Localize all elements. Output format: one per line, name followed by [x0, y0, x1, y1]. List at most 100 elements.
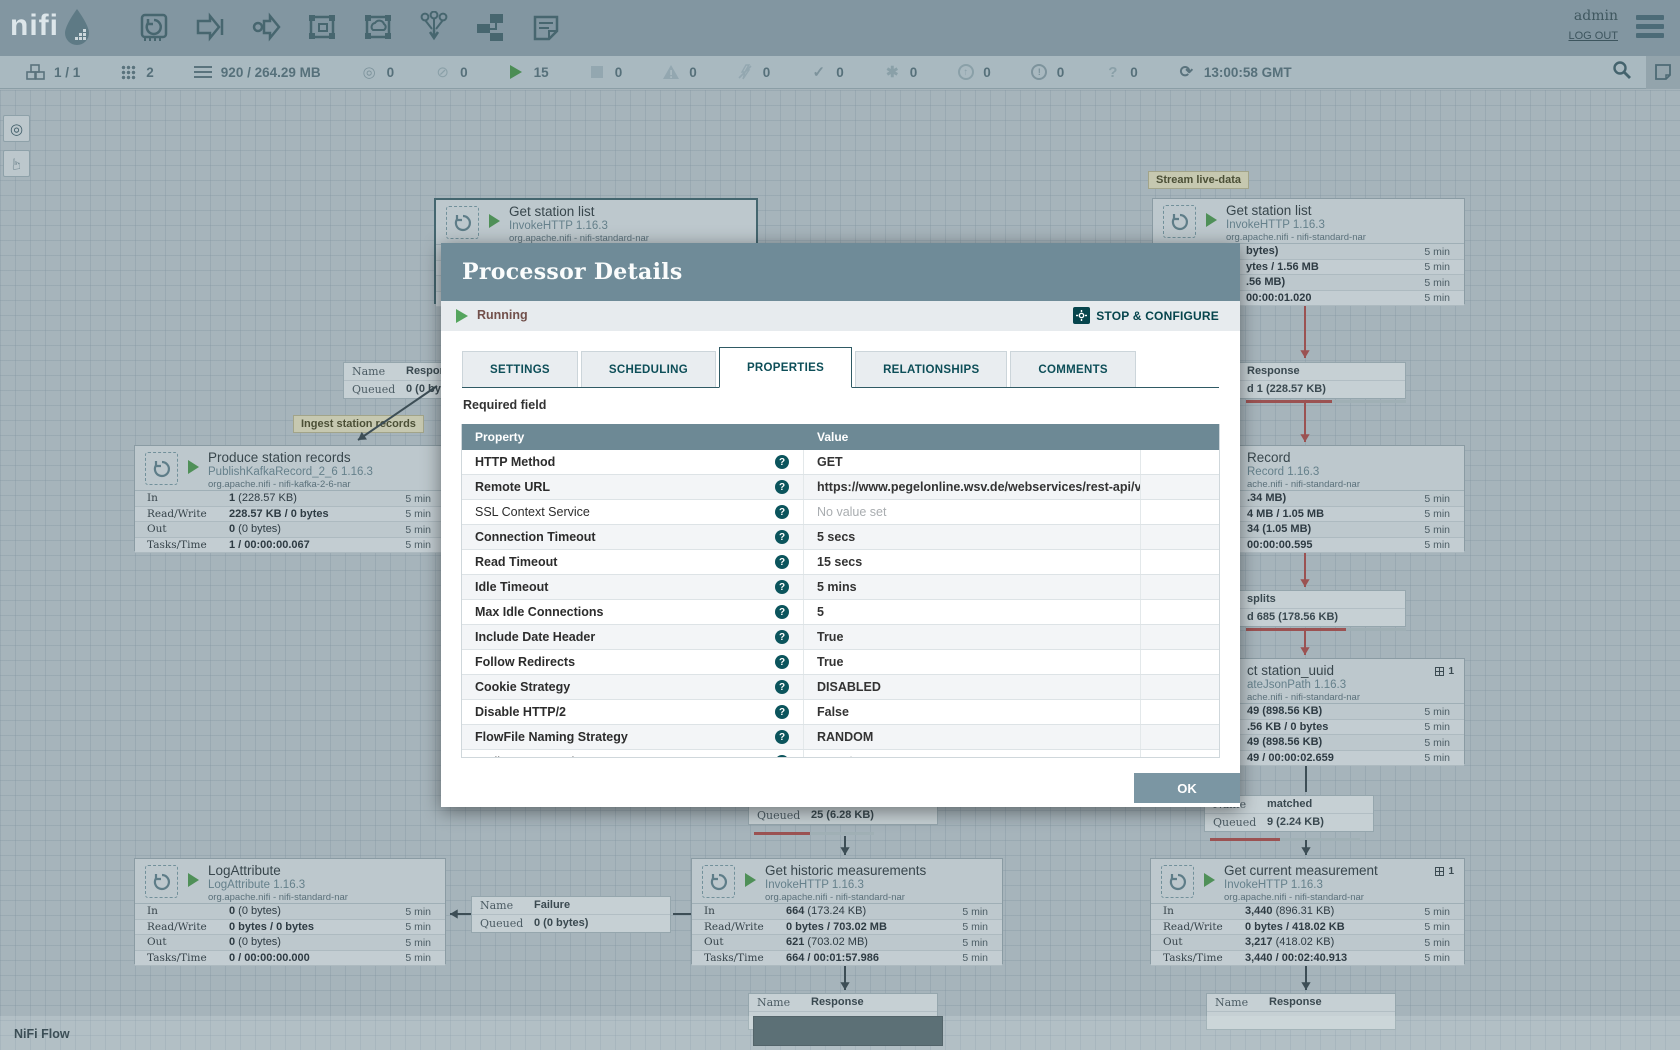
help-icon[interactable]: ?: [775, 530, 789, 544]
bulletin-panel-toggle[interactable]: [1646, 56, 1680, 89]
property-name: Remote URL: [475, 480, 775, 494]
tab-comments[interactable]: COMMENTS: [1010, 351, 1135, 387]
input-port-icon[interactable]: [194, 11, 228, 45]
not-transmitting-icon: ⊘: [434, 63, 451, 81]
property-value: False: [817, 705, 849, 719]
processor-type-icon: [1163, 205, 1196, 238]
output-port-icon[interactable]: [250, 11, 284, 45]
processor-get-historic-measurements[interactable]: Get historic measurementsInvokeHTTP 1.16…: [691, 858, 1003, 964]
processor-produce-station-records[interactable]: Produce station recordsPublishKafkaRecor…: [134, 445, 446, 551]
processor-details-dialog: Processor Details Running STOP & CONFIGU…: [441, 243, 1240, 807]
status-item-running: 15: [508, 65, 549, 80]
processor-bundle: ache.nifi - nifi-standard-nar: [1247, 479, 1360, 490]
refresh-icon[interactable]: ⟳: [1178, 62, 1195, 82]
help-icon[interactable]: ?: [775, 580, 789, 594]
tab-properties[interactable]: PROPERTIES: [719, 347, 852, 388]
stat-value: 664 / 00:01:57.986: [786, 952, 879, 964]
flow-label[interactable]: Ingest station records: [293, 415, 424, 433]
gear-icon: [1073, 307, 1090, 324]
tab-relationships[interactable]: RELATIONSHIPS: [855, 351, 1007, 387]
global-menu-icon[interactable]: [1636, 15, 1664, 42]
stat-window: 5 min: [405, 539, 431, 551]
property-name: Read Timeout: [475, 555, 775, 569]
palette-button-hand-icon[interactable]: ☞: [3, 150, 30, 177]
column-property: Property: [462, 430, 804, 444]
help-icon[interactable]: ?: [775, 705, 789, 719]
help-icon[interactable]: ?: [775, 455, 789, 469]
stat-window: 5 min: [1424, 246, 1450, 258]
required-field-note: Required field: [463, 398, 546, 412]
tab-scheduling[interactable]: SCHEDULING: [581, 351, 716, 387]
stat-label: Out: [704, 936, 724, 948]
stat-label: Tasks/Time: [1163, 952, 1223, 964]
process-group-icon[interactable]: [306, 11, 340, 45]
stat-window: 5 min: [962, 906, 988, 918]
stat-label: Read/Write: [147, 508, 207, 520]
running-icon: [745, 873, 756, 887]
status-count: 0: [910, 65, 918, 80]
property-row-flowfile-naming-strategy: FlowFile Naming Strategy?RANDOM: [462, 725, 1219, 750]
help-icon[interactable]: ?: [775, 630, 789, 644]
ok-button[interactable]: OK: [1134, 773, 1240, 803]
search-icon[interactable]: [1612, 60, 1632, 85]
tab-settings[interactable]: SETTINGS: [462, 351, 578, 387]
connection-field-value: 9 (2.24 KB): [1267, 816, 1324, 828]
property-value: No value set: [817, 755, 886, 758]
remote-process-group-icon[interactable]: [362, 11, 396, 45]
connection-label-failure[interactable]: NameFailureQueued0 (0 bytes): [471, 896, 671, 933]
sync-failure-icon: ?: [1104, 64, 1121, 81]
stop-and-configure-button[interactable]: STOP & CONFIGURE: [1073, 307, 1219, 324]
stat-window: 5 min: [405, 906, 431, 918]
stat-value: 34 (1.05 MB): [1247, 523, 1311, 535]
logout-link[interactable]: LOG OUT: [1568, 30, 1618, 42]
status-count: 920 / 264.29 MB: [221, 65, 321, 80]
stat-label: Read/Write: [704, 921, 764, 933]
processor-get-current-measurement[interactable]: Get current measurementInvokeHTTP 1.16.3…: [1150, 858, 1465, 964]
queue-progress-fill: [1210, 838, 1280, 841]
stat-window: 5 min: [1424, 752, 1450, 764]
help-icon[interactable]: ?: [775, 680, 789, 694]
stat-window: 5 min: [1424, 493, 1450, 505]
processor-title: Get current measurement: [1224, 863, 1378, 878]
stat-window: 5 min: [1424, 737, 1450, 749]
connection-field-value: Response: [811, 996, 864, 1008]
queue-progress-fill: [754, 832, 810, 835]
tasks-badge: 1: [1435, 866, 1454, 877]
property-value: True: [817, 655, 843, 669]
flow-label[interactable]: Stream live-data: [1148, 171, 1249, 189]
disabled-icon: [737, 64, 754, 80]
help-icon[interactable]: ?: [775, 555, 789, 569]
processor-type: ateJsonPath 1.16.3: [1247, 679, 1346, 691]
label-icon[interactable]: [530, 11, 564, 45]
processor-type: PublishKafkaRecord_2_6 1.16.3: [208, 466, 373, 478]
property-value: 5 mins: [817, 580, 857, 594]
dialog-header: Processor Details: [441, 243, 1240, 301]
palette-button-birdseye-icon[interactable]: ◎: [3, 115, 30, 142]
breadcrumb-nifi-flow[interactable]: NiFi Flow: [14, 1027, 70, 1041]
connection-field-name: Name: [1215, 996, 1248, 1009]
help-icon[interactable]: ?: [775, 755, 789, 758]
stat-window: 5 min: [962, 952, 988, 964]
property-value: GET: [817, 455, 843, 469]
breadcrumb-bar: [0, 1016, 1680, 1050]
processor-logattribute[interactable]: LogAttributeLogAttribute 1.16.3org.apach…: [134, 858, 446, 964]
help-icon[interactable]: ?: [775, 480, 789, 494]
connection-field-name: Queued: [480, 917, 523, 930]
status-count: 0: [1130, 65, 1138, 80]
connection-field-value: Failure: [534, 899, 570, 911]
template-icon[interactable]: [474, 11, 508, 45]
help-icon[interactable]: ?: [775, 655, 789, 669]
funnel-icon[interactable]: [418, 11, 452, 45]
help-icon[interactable]: ?: [775, 505, 789, 519]
connection-field-name: Queued: [1213, 816, 1256, 829]
property-name: Max Idle Connections: [475, 605, 775, 619]
help-icon[interactable]: ?: [775, 605, 789, 619]
processor-type: LogAttribute 1.16.3: [208, 879, 305, 891]
processor-bundle: org.apache.nifi - nifi-standard-nar: [208, 892, 348, 903]
stat-window: 5 min: [1424, 292, 1450, 304]
help-icon[interactable]: ?: [775, 730, 789, 744]
stat-window: 5 min: [1424, 952, 1450, 964]
processor-icon[interactable]: [138, 11, 172, 45]
property-row-max-idle-connections: Max Idle Connections?5: [462, 600, 1219, 625]
nifi-app: ◎ ☞ Stream live-data Ingest station records…: [0, 0, 1680, 1050]
